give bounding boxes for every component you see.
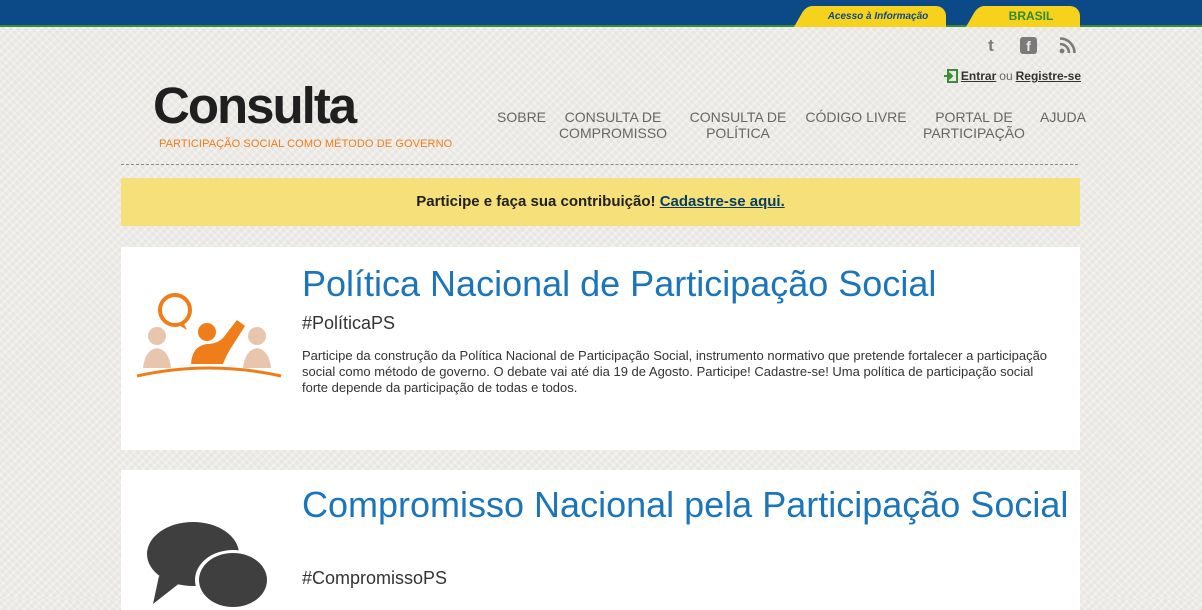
- or-text: ou: [999, 69, 1013, 83]
- acesso-informacao-link[interactable]: Acesso à Informação: [810, 6, 946, 27]
- signup-banner: Participe e faça sua contribuição! Cadas…: [121, 178, 1080, 226]
- nav-consulta-compromisso[interactable]: CONSULTA DE COMPROMISSO: [555, 109, 671, 141]
- header-divider: [121, 164, 1078, 165]
- banner-text: Participe e faça sua contribuição!: [416, 193, 656, 210]
- nav-portal-participacao[interactable]: PORTAL DE PARTICIPAÇÃO: [921, 109, 1027, 141]
- card-description: Participe da construção da Política Naci…: [302, 348, 1048, 395]
- card-hashtag: #PolíticaPS: [302, 313, 396, 333]
- banner-signup-link[interactable]: Cadastre-se aqui.: [660, 193, 785, 210]
- nav-consulta-politica[interactable]: CONSULTA DE POLÍTICA: [687, 109, 789, 141]
- consultation-card[interactable]: Compromisso Nacional pela Participação S…: [121, 470, 1080, 610]
- login-icon: [943, 69, 958, 83]
- participation-people-icon: [136, 293, 282, 378]
- brasil-link[interactable]: BRASIL: [982, 6, 1080, 27]
- nav-ajuda[interactable]: AJUDA: [1039, 109, 1087, 125]
- card-hashtag: #CompromissoPS: [302, 568, 448, 588]
- card-title[interactable]: Política Nacional de Participação Social: [302, 265, 936, 302]
- nav-sobre[interactable]: SOBRE: [497, 109, 546, 125]
- site-tagline: PARTICIPAÇÃO SOCIAL COMO MÉTODO DE GOVER…: [159, 138, 453, 150]
- gov-top-bar: Acesso à Informação BRASIL: [0, 0, 1202, 27]
- card-title[interactable]: Compromisso Nacional pela Participação S…: [302, 486, 1068, 523]
- speech-bubbles-icon: [147, 522, 271, 610]
- rss-icon[interactable]: [1058, 37, 1076, 55]
- consultation-card[interactable]: Política Nacional de Participação Social…: [121, 247, 1080, 450]
- facebook-icon[interactable]: f: [1020, 37, 1037, 54]
- login-link[interactable]: Entrar: [961, 69, 996, 83]
- twitter-icon[interactable]: t: [982, 37, 1000, 55]
- site-logo[interactable]: Consulta: [153, 78, 357, 134]
- register-link[interactable]: Registre-se: [1016, 69, 1081, 83]
- auth-links: Entrar ou Registre-se: [943, 69, 1081, 83]
- nav-codigo-livre[interactable]: CÓDIGO LIVRE: [803, 109, 909, 125]
